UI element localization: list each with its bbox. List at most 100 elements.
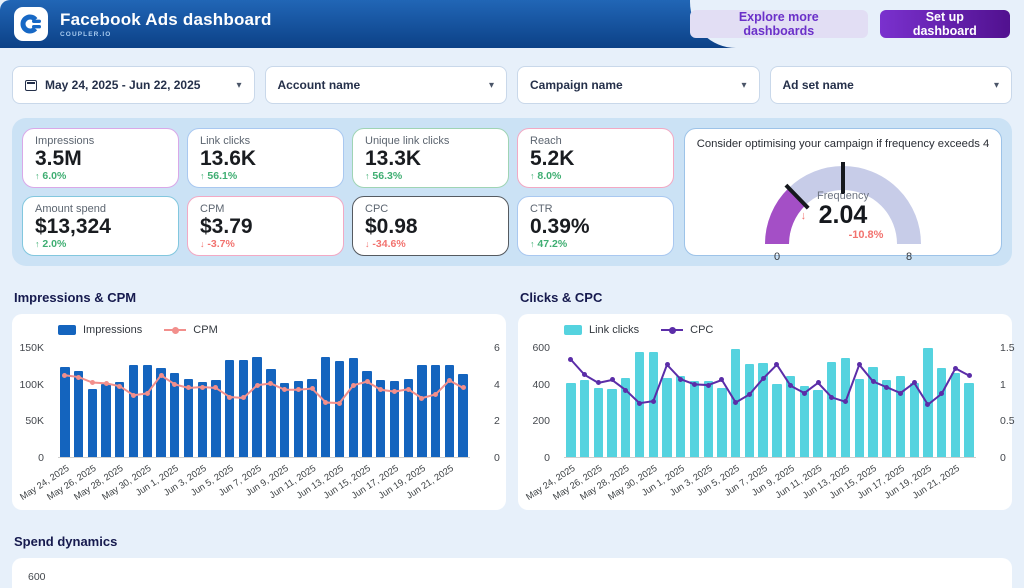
explore-more-dashboards-button[interactable]: Explore more dashboards [690, 10, 868, 38]
legend-item-cpm: CPM [164, 324, 217, 336]
line-point [898, 391, 903, 396]
y-axis-right: 1.510.50 [972, 348, 1012, 458]
line-point [623, 388, 628, 393]
set-up-dashboard-button[interactable]: Set up dashboard [880, 10, 1010, 38]
kpi-card-cpc: CPC$0.98↓ -34.6% [352, 196, 509, 256]
filter-account-name[interactable]: Account name ▾ [265, 66, 508, 104]
kpi-value: 5.2K [530, 147, 661, 170]
line-point [200, 385, 205, 390]
line-point [816, 380, 821, 385]
legend-swatch [661, 329, 683, 331]
arrow-up-icon: ↑ [530, 239, 535, 249]
y-tick-label: 0.5 [1000, 415, 1015, 427]
filter-label: Campaign name [530, 78, 623, 92]
filter-campaign-name[interactable]: Campaign name▾ [517, 66, 760, 104]
line-point [761, 376, 766, 381]
gauge-max-label: 8 [906, 251, 912, 263]
kpi-card-link-clicks: Link clicks13.6K↑ 56.1% [187, 128, 344, 188]
arrow-up-icon: ↑ [35, 239, 40, 249]
filters-bar: May 24, 2025 - Jun 22, 2025▾ Account name… [12, 66, 1012, 104]
line-point [747, 392, 752, 397]
kpi-delta: ↑ 56.1% [200, 170, 331, 182]
y-tick-label: 1.5 [1000, 342, 1015, 354]
arrow-down-icon: ↓ [365, 239, 370, 249]
y-tick-label: 150K [19, 342, 44, 354]
kpi-card-reach: Reach5.2K↑ 8.0% [517, 128, 674, 188]
line-point [871, 379, 876, 384]
filter-date-range[interactable]: May 24, 2025 - Jun 22, 2025▾ [12, 66, 255, 104]
kpi-grid: Impressions3.5M↑ 6.0%Link clicks13.6K↑ 5… [22, 128, 674, 256]
kpi-value: $0.98 [365, 215, 496, 238]
kpi-value: 3.5M [35, 147, 166, 170]
line-point [76, 375, 81, 380]
y-tick-label: 600 [532, 342, 550, 354]
legend-label: Impressions [83, 324, 142, 336]
plot-area [58, 348, 470, 458]
y-tick-label: 0 [1000, 452, 1006, 464]
y-tick-label: 400 [532, 379, 550, 391]
clicks-cpc-chart: Link clicksCPC 6004002000 1.510.50 May 2… [518, 314, 1012, 510]
legend-item-impressions: Impressions [58, 324, 142, 336]
y-axis-left: 6004002000 [518, 348, 558, 458]
line-point [802, 391, 807, 396]
arrow-down-icon: ↓ [200, 239, 205, 249]
line-point [145, 391, 150, 396]
line-point [90, 380, 95, 385]
impressions-cpm-chart: ImpressionsCPM 150K100K50K0 6420 May 24,… [12, 314, 506, 510]
y-tick-label: 2 [494, 415, 500, 427]
frequency-gauge: 08 Frequency ↓ 2.04 -10.8% [723, 152, 963, 264]
y-tick-label: 50K [25, 415, 44, 427]
line-point [692, 382, 697, 387]
spend-dynamics-title: Spend dynamics [14, 534, 1010, 549]
kpi-delta: ↑ 8.0% [530, 170, 661, 182]
kpi-card-ctr: CTR0.39%↑ 47.2% [517, 196, 674, 256]
app-header: Facebook Ads dashboard COUPLER.IO Explor… [0, 0, 1024, 48]
chevron-down-icon: ▾ [489, 80, 494, 91]
gauge-fill [777, 197, 797, 244]
line-point [433, 392, 438, 397]
filter-label: Account name [278, 78, 361, 92]
line-point [967, 373, 972, 378]
impressions-cpm-block: Impressions & CPM ImpressionsCPM 150K100… [12, 266, 506, 510]
line-point [159, 373, 164, 378]
coupler-logo-icon [14, 7, 48, 41]
line-point [637, 401, 642, 406]
facebook-ads-dashboard-page: Facebook Ads dashboard COUPLER.IO Explor… [0, 0, 1024, 588]
filter-ad-set-name[interactable]: Ad set name▾ [770, 66, 1013, 104]
legend-swatch [564, 325, 582, 335]
y-tick-label: 4 [494, 379, 500, 391]
line-point [255, 383, 260, 388]
legend-item-link-clicks: Link clicks [564, 324, 639, 336]
chevron-down-icon: ▾ [994, 80, 999, 91]
kpi-value: 0.39% [530, 215, 661, 238]
kpi-value: 13.6K [200, 147, 331, 170]
kpi-delta: ↑ 2.0% [35, 238, 166, 250]
kpi-label: Link clicks [200, 135, 331, 147]
kpi-value: $13,324 [35, 215, 166, 238]
plot-area [564, 348, 976, 458]
clicks-cpc-title: Clicks & CPC [520, 290, 1010, 305]
y-tick-label: 0 [38, 452, 44, 464]
kpi-panel: Impressions3.5M↑ 6.0%Link clicks13.6K↑ 5… [12, 118, 1012, 266]
kpi-label: CPC [365, 203, 496, 215]
y-tick-label: 6 [494, 342, 500, 354]
legend-label: Link clicks [589, 324, 639, 336]
line-point [953, 366, 958, 371]
legend-swatch [164, 329, 186, 331]
kpi-label: CTR [530, 203, 661, 215]
line-point [351, 383, 356, 388]
kpi-card-cpm: CPM$3.79↓ -3.7% [187, 196, 344, 256]
gauge-min-label: 0 [774, 251, 780, 263]
line-point [447, 378, 452, 383]
kpi-value: $3.79 [200, 215, 331, 238]
kpi-delta: ↑ 47.2% [530, 238, 661, 250]
calendar-icon [25, 80, 37, 91]
arrow-up-icon: ↑ [530, 171, 535, 181]
kpi-label: Reach [530, 135, 661, 147]
line-point [104, 381, 109, 386]
line-point [406, 387, 411, 392]
line-point [651, 399, 656, 404]
kpi-label: Amount spend [35, 203, 166, 215]
legend-label: CPM [193, 324, 217, 336]
line-point [365, 379, 370, 384]
